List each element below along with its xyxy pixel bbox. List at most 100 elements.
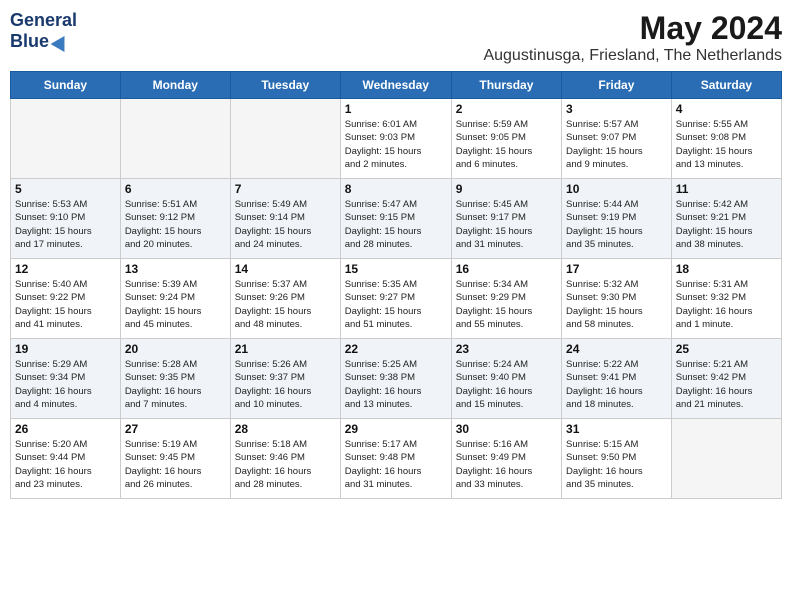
- location-subtitle: Augustinusga, Friesland, The Netherlands: [483, 47, 782, 65]
- calendar-cell: 25 Sunrise: 5:21 AMSunset: 9:42 PMDayligh…: [671, 339, 781, 419]
- day-info: Sunrise: 5:22 AMSunset: 9:41 PMDaylight:…: [566, 358, 667, 411]
- calendar-cell: 7 Sunrise: 5:49 AMSunset: 9:14 PMDaylight…: [230, 179, 340, 259]
- day-info: Sunrise: 5:28 AMSunset: 9:35 PMDaylight:…: [125, 358, 226, 411]
- day-number: 30: [456, 422, 557, 436]
- day-info: Sunrise: 5:53 AMSunset: 9:10 PMDaylight:…: [15, 198, 116, 251]
- calendar-cell: 31Sunrise: 5:15 AMSunset: 9:50 PMDayligh…: [562, 419, 672, 499]
- day-info: Sunrise: 5:31 AMSunset: 9:32 PMDaylight:…: [676, 278, 777, 331]
- calendar-cell: [671, 419, 781, 499]
- calendar-cell: 23Sunrise: 5:24 AMSunset: 9:40 PMDayligh…: [451, 339, 561, 419]
- day-number: 1: [345, 102, 447, 116]
- day-number: 4: [676, 102, 777, 116]
- calendar-week-row: 12Sunrise: 5:40 AMSunset: 9:22 PMDayligh…: [11, 259, 782, 339]
- calendar-cell: 19 Sunrise: 5:29 AMSunset: 9:34 PMDayligh…: [11, 339, 121, 419]
- logo-text-general: General: [10, 10, 77, 31]
- calendar-cell: 12Sunrise: 5:40 AMSunset: 9:22 PMDayligh…: [11, 259, 121, 339]
- day-number: 19: [15, 342, 116, 356]
- logo-text-blue: Blue: [10, 31, 49, 52]
- calendar-cell: 27Sunrise: 5:19 AMSunset: 9:45 PMDayligh…: [120, 419, 230, 499]
- calendar-cell: 24 Sunrise: 5:22 AMSunset: 9:41 PMDayligh…: [562, 339, 672, 419]
- day-info: Sunrise: 5:20 AMSunset: 9:44 PMDaylight:…: [15, 438, 116, 491]
- calendar-cell: 18Sunrise: 5:31 AMSunset: 9:32 PMDayligh…: [671, 259, 781, 339]
- calendar-cell: 22 Sunrise: 5:25 AMSunset: 9:38 PMDayligh…: [340, 339, 451, 419]
- day-info: Sunrise: 5:25 AMSunset: 9:38 PMDaylight:…: [345, 358, 447, 411]
- calendar-cell: 29 Sunrise: 5:17 AMSunset: 9:48 PMDayligh…: [340, 419, 451, 499]
- logo-triangle-icon: [51, 31, 72, 51]
- day-info: Sunrise: 5:18 AMSunset: 9:46 PMDaylight:…: [235, 438, 336, 491]
- day-number: 9: [456, 182, 557, 196]
- day-number: 15: [345, 262, 447, 276]
- day-number: 31: [566, 422, 667, 436]
- day-info: Sunrise: 5:24 AMSunset: 9:40 PMDaylight:…: [456, 358, 557, 411]
- day-number: 25: [676, 342, 777, 356]
- month-year-title: May 2024: [483, 10, 782, 47]
- calendar-cell: 16 Sunrise: 5:34 AMSunset: 9:29 PMDayligh…: [451, 259, 561, 339]
- day-header-thursday: Thursday: [451, 72, 561, 99]
- calendar-cell: 2 Sunrise: 5:59 AMSunset: 9:05 PMDaylight…: [451, 99, 561, 179]
- day-number: 28: [235, 422, 336, 436]
- calendar-cell: 28 Sunrise: 5:18 AMSunset: 9:46 PMDayligh…: [230, 419, 340, 499]
- logo: General Blue: [10, 10, 77, 52]
- page-header: General Blue May 2024 Augustinusga, Frie…: [10, 10, 782, 65]
- calendar-cell: 15 Sunrise: 5:35 AMSunset: 9:27 PMDayligh…: [340, 259, 451, 339]
- day-number: 2: [456, 102, 557, 116]
- day-number: 14: [235, 262, 336, 276]
- calendar-cell: 13 Sunrise: 5:39 AMSunset: 9:24 PMDayligh…: [120, 259, 230, 339]
- day-info: Sunrise: 5:29 AMSunset: 9:34 PMDaylight:…: [15, 358, 116, 411]
- calendar-cell: 1 Sunrise: 6:01 AMSunset: 9:03 PMDaylight…: [340, 99, 451, 179]
- day-number: 24: [566, 342, 667, 356]
- day-info: Sunrise: 5:19 AMSunset: 9:45 PMDaylight:…: [125, 438, 226, 491]
- calendar-cell: [11, 99, 121, 179]
- day-info: Sunrise: 5:21 AMSunset: 9:42 PMDaylight:…: [676, 358, 777, 411]
- calendar-cell: 11Sunrise: 5:42 AMSunset: 9:21 PMDayligh…: [671, 179, 781, 259]
- day-info: Sunrise: 5:35 AMSunset: 9:27 PMDaylight:…: [345, 278, 447, 331]
- day-header-friday: Friday: [562, 72, 672, 99]
- calendar-cell: 3 Sunrise: 5:57 AMSunset: 9:07 PMDaylight…: [562, 99, 672, 179]
- day-header-wednesday: Wednesday: [340, 72, 451, 99]
- day-number: 26: [15, 422, 116, 436]
- calendar-cell: 8 Sunrise: 5:47 AMSunset: 9:15 PMDaylight…: [340, 179, 451, 259]
- day-number: 29: [345, 422, 447, 436]
- calendar-cell: 30 Sunrise: 5:16 AMSunset: 9:49 PMDayligh…: [451, 419, 561, 499]
- day-number: 21: [235, 342, 336, 356]
- calendar-cell: 14 Sunrise: 5:37 AMSunset: 9:26 PMDayligh…: [230, 259, 340, 339]
- day-info: Sunrise: 5:26 AMSunset: 9:37 PMDaylight:…: [235, 358, 336, 411]
- day-number: 3: [566, 102, 667, 116]
- title-section: May 2024 Augustinusga, Friesland, The Ne…: [483, 10, 782, 65]
- day-info: Sunrise: 5:17 AMSunset: 9:48 PMDaylight:…: [345, 438, 447, 491]
- day-number: 17: [566, 262, 667, 276]
- day-info: Sunrise: 5:45 AMSunset: 9:17 PMDaylight:…: [456, 198, 557, 251]
- day-number: 7: [235, 182, 336, 196]
- day-number: 22: [345, 342, 447, 356]
- calendar-cell: 17 Sunrise: 5:32 AMSunset: 9:30 PMDayligh…: [562, 259, 672, 339]
- day-info: Sunrise: 5:34 AMSunset: 9:29 PMDaylight:…: [456, 278, 557, 331]
- day-info: Sunrise: 5:32 AMSunset: 9:30 PMDaylight:…: [566, 278, 667, 331]
- day-number: 16: [456, 262, 557, 276]
- day-info: Sunrise: 5:49 AMSunset: 9:14 PMDaylight:…: [235, 198, 336, 251]
- day-header-saturday: Saturday: [671, 72, 781, 99]
- day-info: Sunrise: 5:37 AMSunset: 9:26 PMDaylight:…: [235, 278, 336, 331]
- calendar-week-row: 1 Sunrise: 6:01 AMSunset: 9:03 PMDaylight…: [11, 99, 782, 179]
- day-info: Sunrise: 5:55 AMSunset: 9:08 PMDaylight:…: [676, 118, 777, 171]
- day-number: 13: [125, 262, 226, 276]
- calendar-cell: 20Sunrise: 5:28 AMSunset: 9:35 PMDayligh…: [120, 339, 230, 419]
- day-info: Sunrise: 5:39 AMSunset: 9:24 PMDaylight:…: [125, 278, 226, 331]
- day-number: 5: [15, 182, 116, 196]
- day-header-sunday: Sunday: [11, 72, 121, 99]
- calendar-cell: 10Sunrise: 5:44 AMSunset: 9:19 PMDayligh…: [562, 179, 672, 259]
- day-number: 6: [125, 182, 226, 196]
- calendar-cell: 5 Sunrise: 5:53 AMSunset: 9:10 PMDaylight…: [11, 179, 121, 259]
- day-info: Sunrise: 5:59 AMSunset: 9:05 PMDaylight:…: [456, 118, 557, 171]
- day-info: Sunrise: 5:16 AMSunset: 9:49 PMDaylight:…: [456, 438, 557, 491]
- day-info: Sunrise: 6:01 AMSunset: 9:03 PMDaylight:…: [345, 118, 447, 171]
- calendar-table: SundayMondayTuesdayWednesdayThursdayFrid…: [10, 71, 782, 499]
- day-info: Sunrise: 5:42 AMSunset: 9:21 PMDaylight:…: [676, 198, 777, 251]
- day-info: Sunrise: 5:47 AMSunset: 9:15 PMDaylight:…: [345, 198, 447, 251]
- day-info: Sunrise: 5:57 AMSunset: 9:07 PMDaylight:…: [566, 118, 667, 171]
- day-number: 8: [345, 182, 447, 196]
- calendar-week-row: 5 Sunrise: 5:53 AMSunset: 9:10 PMDaylight…: [11, 179, 782, 259]
- day-number: 10: [566, 182, 667, 196]
- calendar-header-row: SundayMondayTuesdayWednesdayThursdayFrid…: [11, 72, 782, 99]
- calendar-cell: 21 Sunrise: 5:26 AMSunset: 9:37 PMDayligh…: [230, 339, 340, 419]
- day-info: Sunrise: 5:51 AMSunset: 9:12 PMDaylight:…: [125, 198, 226, 251]
